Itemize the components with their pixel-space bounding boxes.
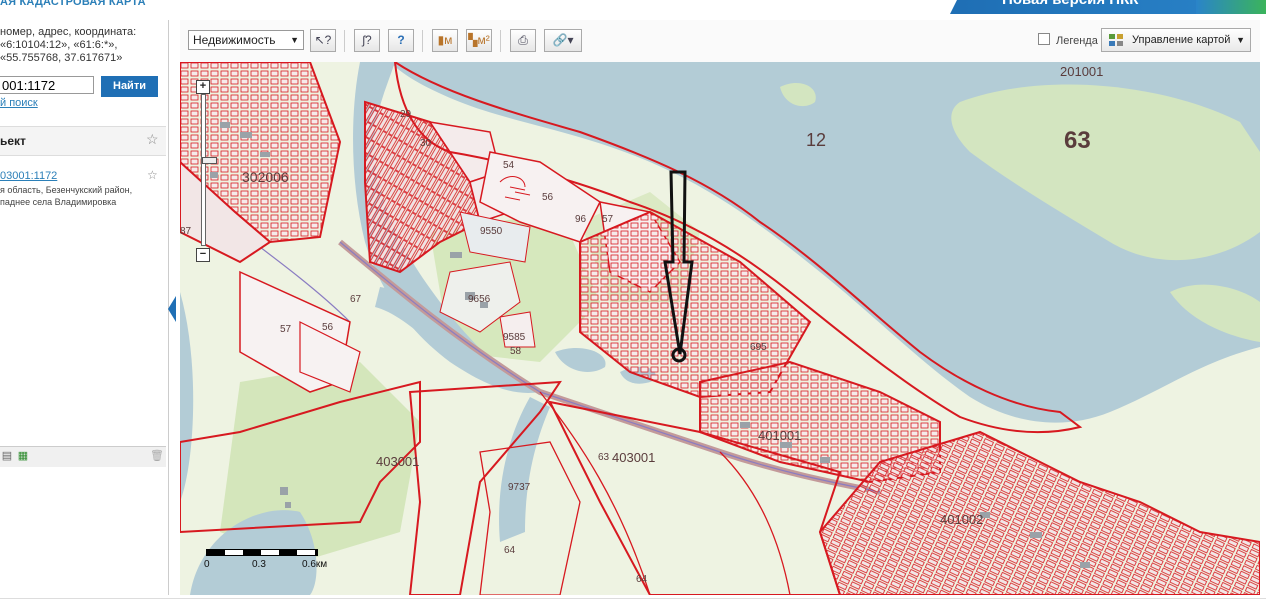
chevron-down-icon: ▼ (1236, 35, 1245, 45)
new-version-banner[interactable]: Новая версия ПКК (950, 0, 1266, 14)
search-hint: номер, адрес, координата: «6:10104:12», … (0, 26, 137, 64)
banner-decoration (1196, 0, 1266, 14)
excel-export-icon[interactable]: ▦ (16, 450, 30, 463)
item-star-icon[interactable]: ☆ (147, 168, 158, 182)
object-address: я область, Безенчукский район, паднее се… (0, 185, 133, 207)
favorite-star-icon[interactable]: ☆ (146, 131, 159, 148)
select-info-button[interactable]: ↖? (310, 29, 336, 52)
chevron-down-icon: ▼ (290, 35, 299, 45)
layer-select[interactable]: Недвижимость ▼ (188, 30, 304, 50)
label-302006: 302006 (242, 169, 289, 185)
link-button[interactable]: 🔗▾ (544, 29, 582, 52)
zoom-control[interactable]: + − (196, 80, 217, 262)
label-403001-west: 403001 (376, 454, 419, 469)
page-bottom (0, 598, 1266, 611)
search-button[interactable]: Найти (101, 76, 158, 97)
legend-toggle[interactable]: Легенда (1038, 33, 1098, 47)
label-29: 29 (400, 109, 412, 120)
ruler-length-icon: ▮м (437, 33, 453, 47)
scale-label-0: 0 (204, 559, 210, 570)
scale-label-end: 0.6км (302, 559, 328, 570)
export-icon[interactable]: ▤ (0, 450, 14, 463)
ruler-area-icon: ▚м² (468, 33, 490, 47)
toolbar-divider (500, 30, 501, 52)
label-401002: 401002 (940, 512, 983, 527)
print-button[interactable]: ⎙ (510, 29, 536, 52)
print-icon: ⎙ (518, 33, 528, 47)
map-toolbar: Недвижимость ▼ ↖? ʃ? ? ▮м ▚м² ⎙ 🔗▾ Легенд… (180, 20, 1260, 63)
label-63-small: 63 (598, 452, 610, 463)
label-64: 64 (504, 545, 516, 556)
zoom-in-button[interactable]: + (196, 80, 210, 94)
ruler-length-button[interactable]: ▮м (432, 29, 458, 52)
object-list-item[interactable]: 03001:1172 я область, Безенчукский район… (0, 170, 160, 208)
scale-label-mid: 0.3 (252, 559, 266, 570)
collapse-panel-handle[interactable] (168, 296, 176, 322)
label-57-left: 57 (280, 324, 292, 335)
object-cadastral-number[interactable]: 03001:1172 (0, 170, 160, 182)
label-58: 58 (510, 346, 522, 357)
label-30: 30 (420, 138, 432, 149)
label-56: 56 (542, 192, 554, 203)
label-54: 54 (503, 160, 515, 171)
select-info-icon: ↖? (314, 33, 332, 47)
left-panel: номер, адрес, координата: «6:10104:12», … (0, 20, 169, 595)
label-9656: 9656 (468, 294, 491, 305)
object-panel-title: ьект (0, 134, 26, 148)
info-query-button[interactable]: ? (388, 29, 414, 52)
app-title: АЯ КАДАСТРОВАЯ КАРТА (0, 0, 146, 8)
label-201001: 201001 (1060, 64, 1103, 79)
info-query-icon: ? (397, 33, 405, 47)
label-67: 67 (350, 294, 362, 305)
scale-bar-graphic (206, 549, 318, 556)
label-9585: 9585 (503, 332, 526, 343)
new-version-label: Новая версия ПКК (1002, 0, 1138, 8)
search-input[interactable] (0, 76, 94, 94)
zoom-slider-handle[interactable] (202, 157, 217, 164)
toolbar-divider (422, 30, 423, 52)
object-panel-header: ьект ☆ (0, 126, 166, 156)
label-96: 96 (575, 214, 587, 225)
legend-checkbox[interactable] (1038, 33, 1050, 45)
map-control-label: Управление картой (1132, 34, 1231, 46)
label-695: 695 (750, 342, 767, 353)
layers-grid-icon (1109, 34, 1123, 46)
scale-bar: 0 0.3 0.6км (204, 549, 328, 575)
panel-footer: ▤ ▦ 🗑 (0, 446, 166, 467)
ruler-area-button[interactable]: ▚м² (466, 29, 492, 52)
label-12: 12 (806, 130, 826, 150)
map-control-dropdown[interactable]: Управление картой ▼ (1101, 28, 1251, 52)
label-9550: 9550 (480, 226, 503, 237)
label-87: 87 (180, 226, 192, 237)
label-403001-mid: 403001 (612, 450, 655, 465)
legend-label: Легенда (1056, 35, 1098, 47)
label-64-south: 64 (636, 574, 648, 585)
zoom-slider-track[interactable] (201, 94, 217, 246)
label-57: 57 (602, 214, 614, 225)
cadastral-map[interactable]: 201001 63 12 302006 87 29 30 54 56 96 57… (180, 62, 1260, 595)
label-63: 63 (1064, 127, 1091, 154)
zoom-out-button[interactable]: − (196, 248, 210, 262)
layer-select-value: Недвижимость (193, 33, 276, 47)
map-canvas[interactable]: 201001 63 12 302006 87 29 30 54 56 96 57… (180, 62, 1260, 595)
label-9737: 9737 (508, 482, 531, 493)
toolbar-divider (344, 30, 345, 52)
measure-curve-icon: ʃ? (362, 33, 372, 47)
link-icon: 🔗▾ (552, 33, 574, 47)
advanced-search-link[interactable]: й поиск (0, 97, 38, 109)
measure-curve-button[interactable]: ʃ? (354, 29, 380, 52)
label-401001: 401001 (758, 428, 801, 443)
trash-icon[interactable]: 🗑 (150, 450, 164, 463)
label-56-left: 56 (322, 322, 334, 333)
